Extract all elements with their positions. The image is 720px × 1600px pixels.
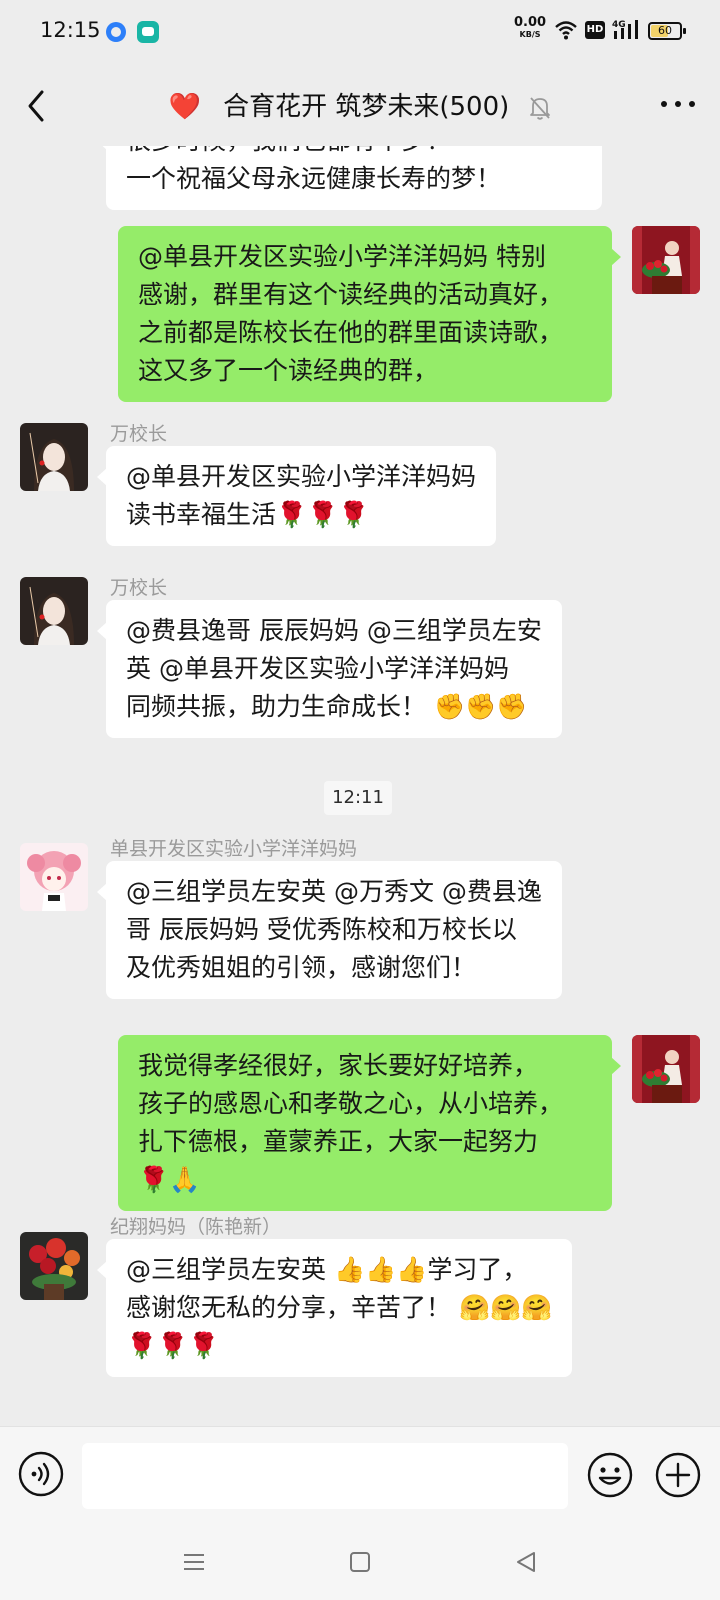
network-speed: 0.00 KB/S	[514, 15, 547, 41]
hd-badge-icon: HD	[585, 21, 605, 39]
sender-name: 单县开发区实验小学洋洋妈妈	[110, 838, 358, 860]
sender-avatar[interactable]	[20, 577, 88, 645]
browser-notification-icon	[106, 22, 126, 42]
status-time: 12:15	[40, 18, 101, 42]
message-line: 🌹🌹🌹	[126, 1331, 220, 1360]
message-line: 感谢，群里有这个读经典的活动真好，	[138, 280, 564, 309]
message-bubble[interactable]: @费县逸哥 辰辰妈妈 @三组学员左安 英 @单县开发区实验小学洋洋妈妈 同频共振…	[97, 600, 562, 738]
emoji-icon[interactable]	[586, 1451, 634, 1499]
more-options-icon[interactable]	[658, 92, 698, 116]
message-line: 孩子的感恩心和孝敬之心，从小培养，	[138, 1089, 564, 1118]
status-bar: 12:15 0.00 KB/S HD 4G 60	[0, 0, 720, 64]
message-bubble[interactable]: @三组学员左安英 @万秀文 @费县逸 哥 辰辰妈妈 受优秀陈校和万校长以 及优秀…	[97, 861, 562, 999]
message-line: 读书幸福生活🌹🌹🌹	[126, 500, 370, 529]
message-bubble[interactable]: 很多时候，我们也都有个梦！ 一个祝福父母永远健康长寿的梦！	[97, 146, 602, 210]
battery-icon: 60	[648, 22, 686, 40]
message-line: 哥 辰辰妈妈 受优秀陈校和万校长以	[126, 915, 517, 944]
message-line: 及优秀姐姐的引领，感谢您们！	[126, 953, 477, 982]
sender-name: 万校长	[110, 423, 168, 445]
signal-icon: 4G	[612, 20, 638, 39]
message-line: @单县开发区实验小学洋洋妈妈 特别	[138, 242, 546, 271]
message-line: 感谢您无私的分享，辛苦了！ 🤗🤗🤗	[126, 1293, 553, 1322]
battery-level: 60	[658, 24, 672, 37]
message-line: 之前都是陈校长在他的群里面读诗歌，	[138, 318, 564, 347]
chat-header: ❤️ 合育花开 筑梦未来(500)	[0, 64, 720, 146]
mute-bell-icon	[529, 96, 550, 120]
message-line: 同频共振，助力生命成长！ ✊✊✊	[126, 692, 528, 721]
message-bubble[interactable]: @三组学员左安英 👍👍👍学习了， 感谢您无私的分享，辛苦了！ 🤗🤗🤗 🌹🌹🌹	[96, 1239, 573, 1377]
message-line: 这又多了一个读经典的群，	[138, 356, 439, 385]
message-bubble[interactable]: 我觉得孝经很好，家长要好好培养， 孩子的感恩心和孝敬之心，从小培养， 扎下德根，…	[118, 1035, 621, 1211]
sender-name: 纪翔妈妈（陈艳新）	[110, 1216, 282, 1238]
message-bubble[interactable]: @单县开发区实验小学洋洋妈妈 特别 感谢，群里有这个读经典的活动真好， 之前都是…	[118, 226, 621, 402]
recent-apps-icon[interactable]	[182, 1550, 206, 1574]
message-bubble[interactable]: @单县开发区实验小学洋洋妈妈 读书幸福生活🌹🌹🌹	[96, 446, 497, 546]
voice-input-icon[interactable]	[18, 1451, 64, 1497]
home-icon[interactable]	[350, 1552, 370, 1572]
network-speed-value: 0.00	[514, 15, 547, 30]
message-line: @单县开发区实验小学洋洋妈妈	[126, 462, 477, 491]
my-avatar[interactable]	[632, 226, 700, 294]
chat-messages-area[interactable]: 很多时候，我们也都有个梦！ 一个祝福父母永远健康长寿的梦！ @单县开发区实验小学…	[0, 146, 720, 1426]
sender-avatar[interactable]	[20, 423, 88, 491]
wifi-icon	[555, 21, 577, 40]
system-back-icon[interactable]	[514, 1550, 538, 1574]
time-divider: 12:11	[324, 781, 392, 815]
message-input-bar	[0, 1426, 720, 1526]
message-line: 🌹🙏	[138, 1165, 201, 1194]
message-line: @三组学员左安英 👍👍👍学习了，	[126, 1255, 528, 1284]
message-line: 很多时候，我们也都有个梦！	[126, 146, 582, 160]
my-avatar[interactable]	[632, 1035, 700, 1103]
chat-title: ❤️ 合育花开 筑梦未来(500)	[0, 86, 720, 123]
message-notification-icon	[137, 21, 159, 43]
group-name: 合育花开 筑梦未来(500)	[223, 92, 510, 122]
message-line: 一个祝福父母永远健康长寿的梦！	[126, 164, 502, 193]
message-line: 我觉得孝经很好，家长要好好培养，	[138, 1051, 539, 1080]
heart-emoji: ❤️	[168, 92, 201, 122]
message-input[interactable]	[82, 1443, 568, 1509]
message-line: @三组学员左安英 @万秀文 @费县逸	[126, 877, 542, 906]
sender-name: 万校长	[110, 577, 168, 599]
system-nav-bar	[0, 1526, 720, 1600]
message-line: 扎下德根，童蒙养正，大家一起努力	[138, 1127, 539, 1156]
network-speed-unit: KB/S	[519, 30, 541, 39]
add-attachment-icon[interactable]	[654, 1451, 702, 1499]
message-line: 英 @单县开发区实验小学洋洋妈妈	[126, 654, 509, 683]
sender-avatar[interactable]	[20, 1232, 88, 1300]
sender-avatar[interactable]	[20, 843, 88, 911]
message-line: @费县逸哥 辰辰妈妈 @三组学员左安	[126, 616, 542, 645]
